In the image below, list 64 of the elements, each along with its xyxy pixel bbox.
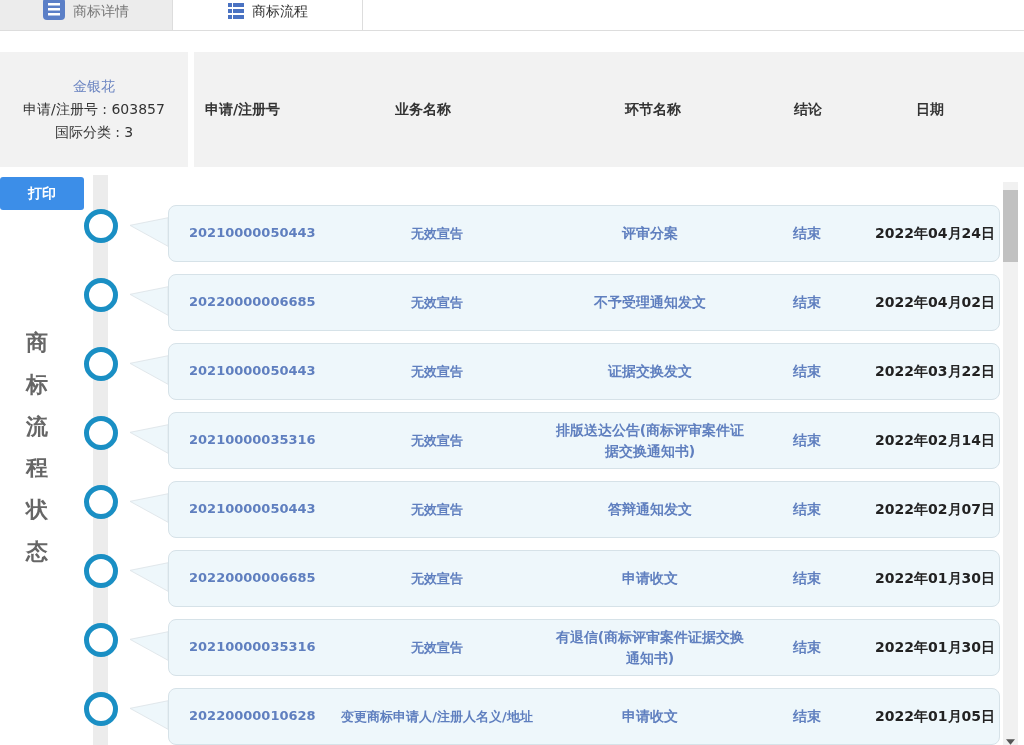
date-label: 2022年04月24日 bbox=[874, 224, 996, 243]
timeline-node-icon bbox=[84, 554, 118, 588]
date-label: 2022年01月30日 bbox=[874, 569, 996, 588]
scroll-down-arrow-icon[interactable] bbox=[1006, 739, 1015, 745]
record-number[interactable]: 20210000050443 bbox=[189, 225, 329, 242]
column-header: 日期 bbox=[915, 100, 945, 119]
result-label: 结束 bbox=[792, 638, 822, 657]
timeline-node-icon bbox=[84, 623, 118, 657]
date-label: 2022年01月05日 bbox=[874, 707, 996, 726]
class-label: 国际分类 : 3 bbox=[54, 123, 134, 142]
business-name: 无效宣告 bbox=[410, 638, 464, 657]
timeline-node-icon bbox=[84, 278, 118, 312]
record-number[interactable]: 20220000010628 bbox=[189, 708, 329, 725]
business-name: 无效宣告 bbox=[410, 293, 464, 312]
scrollbar[interactable] bbox=[1003, 182, 1018, 745]
registration-number: 申请/注册号 : 603857 bbox=[23, 100, 165, 119]
business-name: 无效宣告 bbox=[410, 569, 464, 588]
result-label: 结束 bbox=[792, 431, 822, 450]
record-number[interactable]: 20210000050443 bbox=[189, 501, 329, 518]
result-label: 结束 bbox=[792, 569, 822, 588]
table-icon bbox=[227, 3, 244, 19]
date-label: 2022年01月30日 bbox=[874, 638, 996, 657]
timeline-node-icon bbox=[84, 485, 118, 519]
result-label: 结束 bbox=[792, 224, 822, 243]
stage-name: 证据交换发文 bbox=[607, 362, 693, 381]
record-number[interactable]: 20220000006685 bbox=[189, 570, 329, 587]
tab[interactable]: 商标详情 bbox=[0, 0, 173, 30]
date-label: 2022年02月07日 bbox=[874, 500, 996, 519]
stage-name: 评审分案 bbox=[620, 224, 679, 243]
timeline-node-icon bbox=[84, 692, 118, 726]
stage-name: 申请收文 bbox=[621, 569, 679, 588]
column-header: 结论 bbox=[793, 100, 823, 119]
timeline-node-icon bbox=[84, 209, 118, 243]
timeline-node-icon bbox=[84, 347, 118, 381]
column-header: 业务名称 bbox=[393, 100, 452, 119]
result-label: 结束 bbox=[792, 500, 822, 519]
business-name: 无效宣告 bbox=[410, 224, 464, 243]
record-number[interactable]: 20210000035316 bbox=[189, 432, 329, 449]
business-name: 变更商标申请人/注册人名义/地址 bbox=[340, 707, 534, 726]
date-label: 2022年03月22日 bbox=[874, 362, 996, 381]
scrollbar-thumb[interactable] bbox=[1003, 190, 1018, 262]
stage-name: 申请收文 bbox=[621, 707, 679, 726]
date-label: 2022年02月14日 bbox=[874, 431, 996, 450]
business-name: 无效宣告 bbox=[410, 500, 464, 519]
column-header: 申请/注册号 bbox=[205, 100, 282, 119]
record-number[interactable]: 20220000006685 bbox=[189, 294, 329, 311]
record-number[interactable]: 20210000035316 bbox=[189, 639, 329, 656]
list-icon bbox=[43, 0, 65, 20]
timeline-node-icon bbox=[84, 416, 118, 450]
business-name: 无效宣告 bbox=[410, 362, 464, 381]
date-label: 2022年04月02日 bbox=[874, 293, 996, 312]
business-name: 无效宣告 bbox=[410, 431, 464, 450]
print-button[interactable]: 打印 bbox=[0, 177, 84, 210]
trademark-name: 金银花 bbox=[73, 77, 115, 96]
stage-name: 答辩通知发文 bbox=[607, 500, 693, 519]
result-label: 结束 bbox=[792, 362, 822, 381]
result-label: 结束 bbox=[792, 293, 822, 312]
stage-name: 有退信(商标评审案件证据交换通知书) bbox=[554, 627, 746, 668]
record-number[interactable]: 20210000050443 bbox=[189, 363, 329, 380]
stage-name: 不予受理通知发文 bbox=[593, 293, 707, 312]
result-label: 结束 bbox=[792, 707, 822, 726]
side-label: 商标流程状态 bbox=[26, 329, 48, 566]
column-header: 环节名称 bbox=[623, 100, 682, 119]
stage-name: 排版送达公告(商标评审案件证据交换通知书) bbox=[554, 420, 746, 461]
